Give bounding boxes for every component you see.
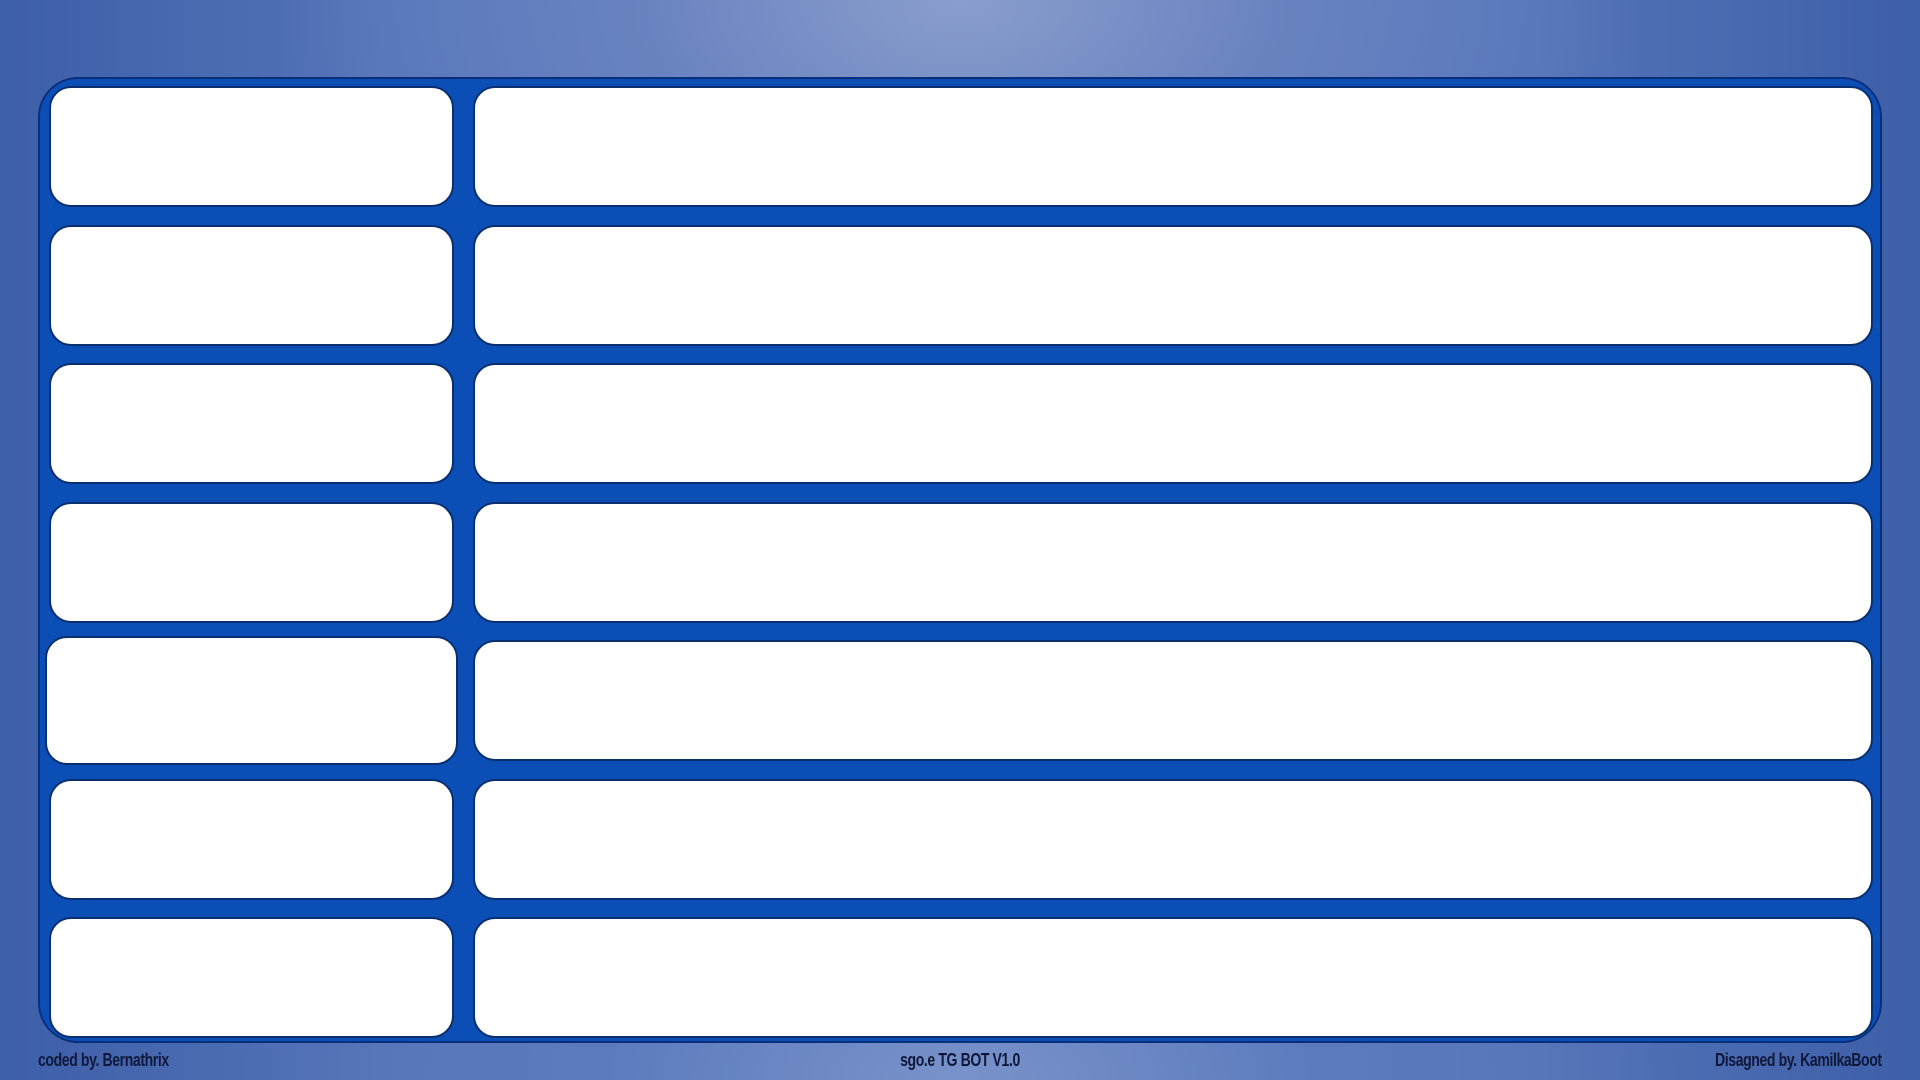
row-content-cell[interactable] [473,640,1873,761]
row-label-cell[interactable] [49,502,454,623]
row-content-cell[interactable] [473,779,1873,900]
schedule-board [38,77,1882,1043]
designer-credit: Disagned by. KamilkaBoot [1715,1050,1882,1070]
coder-credit: coded by. Bernathrix [38,1050,169,1070]
board-row [40,910,1880,1038]
row-label-cell[interactable] [49,225,454,346]
board-row [40,495,1880,623]
row-content-cell[interactable] [473,917,1873,1038]
board-row [40,218,1880,346]
board-row [40,356,1880,484]
row-content-cell[interactable] [473,225,1873,346]
row-content-cell[interactable] [473,86,1873,207]
row-content-cell[interactable] [473,502,1873,623]
row-label-cell[interactable] [49,86,454,207]
app-version-label: sgo.e TG BOT V1.0 [900,1050,1020,1070]
board-row [40,633,1880,765]
row-label-cell[interactable] [49,363,454,484]
row-content-cell[interactable] [473,363,1873,484]
board-row [40,772,1880,900]
row-label-cell[interactable] [45,636,458,765]
row-label-cell[interactable] [49,917,454,1038]
board-row [40,79,1880,207]
row-label-cell[interactable] [49,779,454,900]
